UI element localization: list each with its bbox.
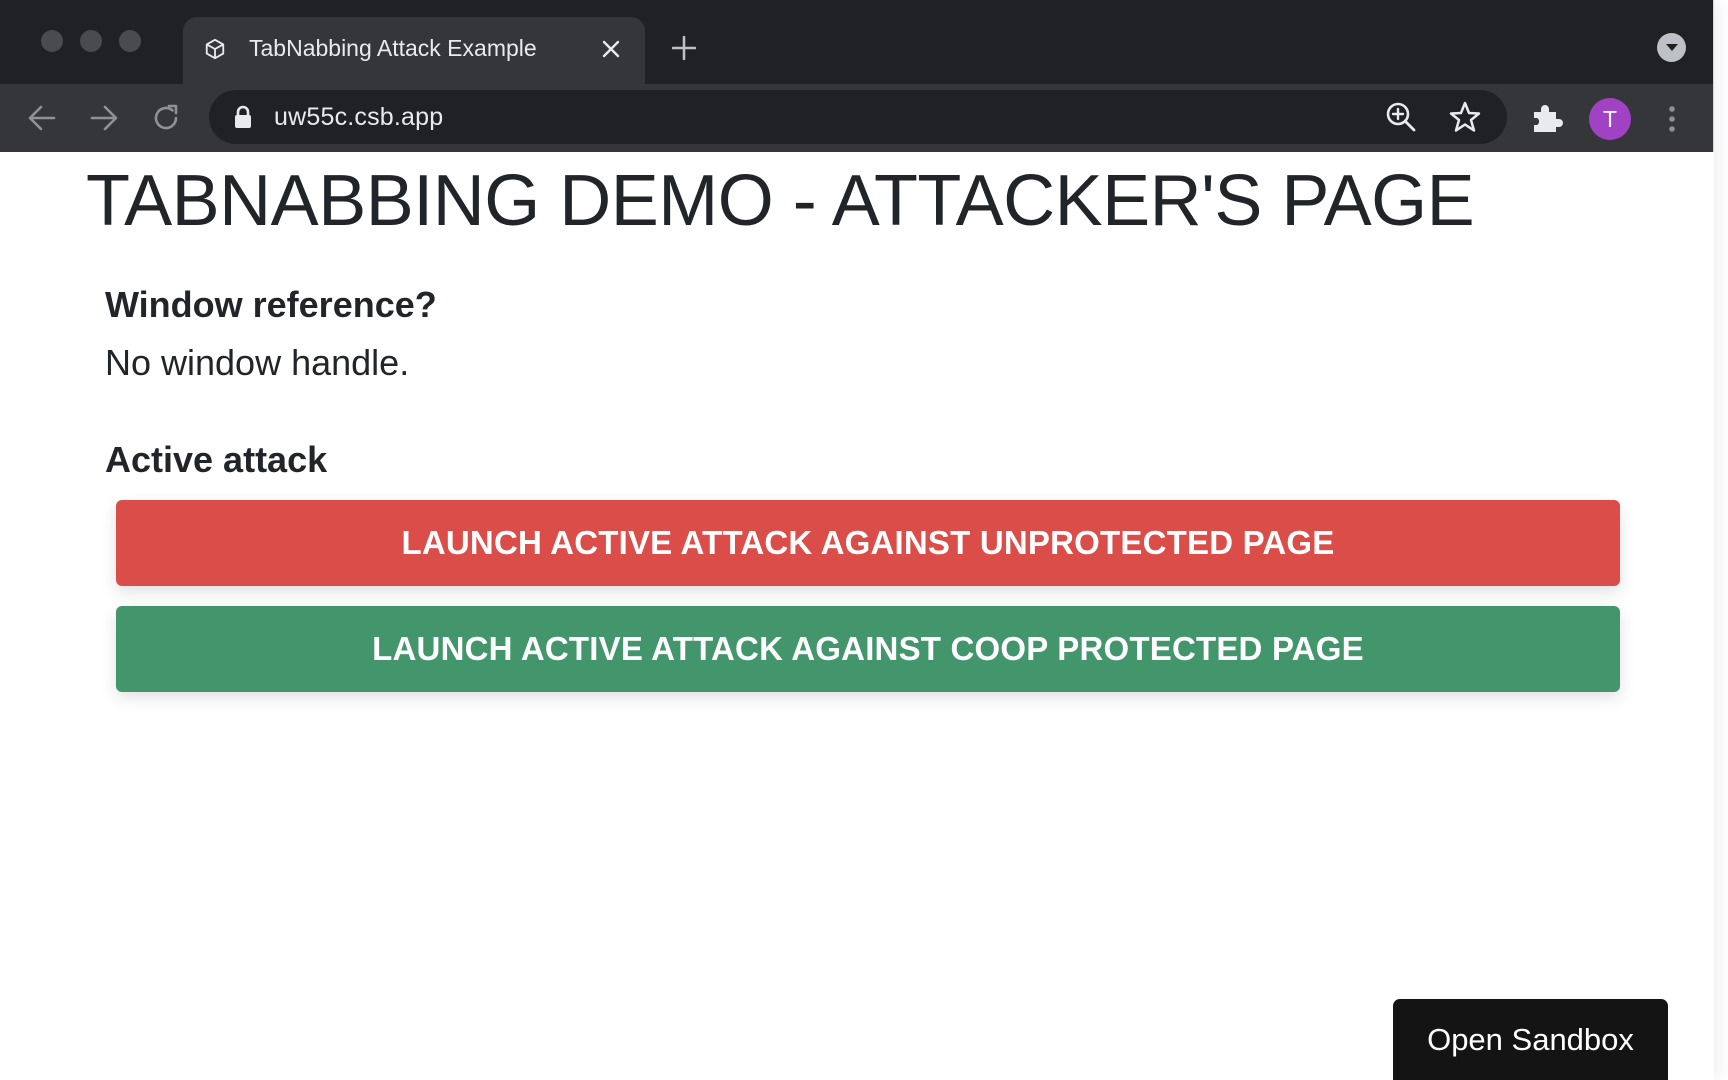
arrow-left-icon (28, 105, 56, 131)
tab-search-button[interactable] (1657, 33, 1686, 62)
tab-strip: TabNabbing Attack Example (0, 0, 1713, 84)
active-attack-heading: Active attack (105, 439, 328, 480)
minimize-window-button[interactable] (80, 30, 102, 52)
url-text[interactable]: uw55c.csb.app (274, 103, 443, 132)
codesandbox-cube-icon (205, 38, 225, 60)
maximize-window-button[interactable] (119, 30, 141, 52)
reload-icon (154, 104, 178, 130)
window-reference-heading: Window reference? (105, 284, 437, 325)
open-sandbox-button[interactable]: Open Sandbox (1393, 999, 1668, 1080)
bookmark-star-icon[interactable] (1448, 100, 1482, 134)
zoom-in-icon[interactable] (1385, 101, 1417, 133)
more-vertical-icon[interactable] (1660, 102, 1684, 136)
profile-initial: T (1602, 105, 1618, 132)
launch-unprotected-attack-button[interactable]: LAUNCH ACTIVE ATTACK AGAINST UNPROTECTED… (116, 500, 1620, 586)
lock-icon[interactable] (233, 105, 253, 129)
browser-toolbar: uw55c.csb.app T (0, 84, 1713, 152)
chevron-down-icon (1665, 43, 1678, 51)
address-bar[interactable]: uw55c.csb.app (209, 90, 1507, 144)
active-tab[interactable]: TabNabbing Attack Example (183, 17, 645, 84)
screen: TabNabbing Attack Example uw55c.csb.app … (0, 0, 1728, 1080)
window-controls (41, 30, 141, 52)
plus-icon (672, 36, 696, 60)
back-button[interactable] (24, 100, 60, 136)
close-icon (602, 40, 620, 58)
page-content: TABNABBING DEMO - ATTACKER'S PAGE Window… (0, 152, 1714, 1080)
close-tab-button[interactable] (597, 35, 625, 63)
extensions-puzzle-icon[interactable] (1530, 101, 1564, 135)
close-window-button[interactable] (41, 30, 63, 52)
new-tab-button[interactable] (669, 33, 699, 63)
launch-coop-attack-button[interactable]: LAUNCH ACTIVE ATTACK AGAINST COOP PROTEC… (116, 606, 1620, 692)
arrow-right-icon (90, 105, 118, 131)
reload-button[interactable] (148, 100, 184, 136)
forward-button[interactable] (86, 100, 122, 136)
window-reference-status: No window handle. (105, 342, 410, 383)
browser-window: TabNabbing Attack Example uw55c.csb.app … (0, 0, 1714, 1080)
tab-title: TabNabbing Attack Example (249, 35, 537, 61)
page-title: TABNABBING DEMO - ATTACKER'S PAGE (86, 161, 1475, 241)
profile-avatar[interactable]: T (1589, 98, 1631, 140)
